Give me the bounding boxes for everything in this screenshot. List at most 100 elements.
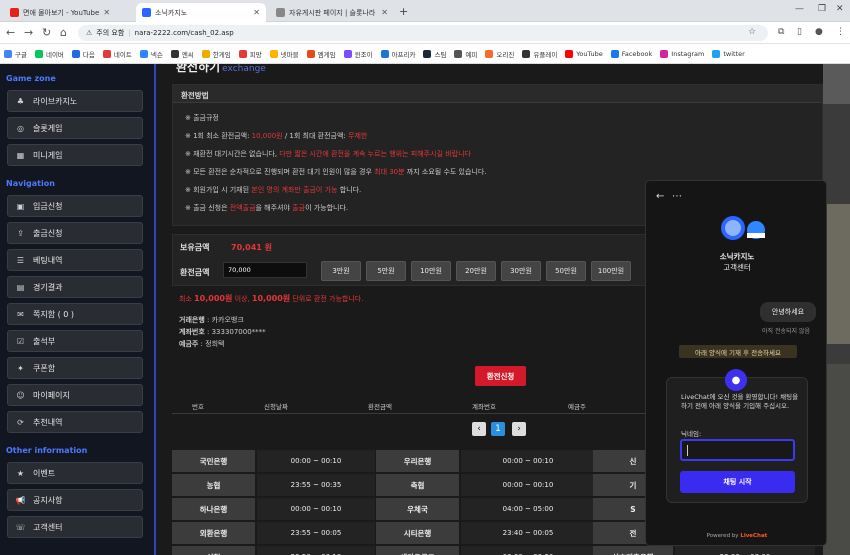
bookmark-icon [306, 49, 315, 58]
minimize-icon[interactable]: — [795, 4, 804, 14]
background-window [823, 64, 850, 555]
exchange-submit-button[interactable]: 환전신청 [475, 366, 526, 386]
quick-amount-button[interactable]: 20만원 [456, 261, 496, 281]
bank-name: 새마을금고 [376, 546, 459, 555]
amount-input[interactable]: 70,000 [223, 262, 307, 278]
close-icon[interactable]: ✕ [103, 8, 110, 17]
bookmark-item[interactable]: 엠게임 [306, 49, 336, 59]
bookmark-item[interactable]: 네이버 [34, 49, 64, 59]
reload-icon[interactable]: ↻ [42, 26, 51, 39]
quick-amount-button[interactable]: 100만원 [591, 261, 631, 281]
bookmark-icon [565, 49, 574, 58]
sidebar-item-label: 경기결과 [33, 282, 63, 292]
bookmark-label: 아프리카 [391, 50, 416, 59]
sidebar-item[interactable]: ☏ 고객센터 [7, 516, 143, 538]
sidebar-item[interactable]: ▦ 미니게임 [7, 144, 143, 166]
quick-amount-button[interactable]: 5만원 [366, 261, 406, 281]
sidebar-item[interactable]: ☑ 출석부 [7, 330, 143, 352]
sidebar-item[interactable]: ✦ 쿠폰함 [7, 357, 143, 379]
star-icon[interactable]: ☆ [748, 27, 756, 37]
sidebar-item[interactable]: ▣ 입금신청 [7, 195, 143, 217]
extensions-icon[interactable]: ⧉ [778, 27, 784, 37]
holder-row: 예금주 : 정희택 [179, 340, 225, 348]
new-tab-button[interactable]: + [399, 5, 408, 18]
menu-icon: ☑ [16, 336, 25, 346]
quick-amount-button[interactable]: 10만원 [411, 261, 451, 281]
forward-icon[interactable]: → [24, 26, 33, 39]
form-intro-text: LiveChat에 오신 것을 환영합니다! 채팅을 하기 전에 아래 양식을 … [681, 393, 799, 410]
sidebar-item[interactable]: ✉ 쪽지함 ( 0 ) [7, 303, 143, 325]
sidebar-item[interactable]: ♣ 라이브카지노 [7, 90, 143, 112]
tab-free-board[interactable]: 자유게시판 페이지 | 슬롯나라 ✕ [270, 3, 394, 22]
bookmark-item[interactable]: 구글 [4, 49, 27, 59]
bookmark-item[interactable]: 넷마블 [269, 49, 299, 59]
sidebar-item-label: 고객센터 [33, 522, 63, 532]
back-icon[interactable]: ← [6, 26, 15, 39]
bookmark-item[interactable]: 유플레이 [522, 49, 557, 59]
maintenance-time: 23:50 ~ 00:10 [257, 546, 375, 555]
sidebar-item[interactable]: ★ 이벤트 [7, 462, 143, 484]
menu-icon: ♣ [16, 96, 25, 106]
sidebar-item[interactable]: ⇪ 출금신청 [7, 222, 143, 244]
bookmark-item[interactable]: 오리진 [485, 49, 514, 59]
sidepanel-icon[interactable]: ▯ [797, 27, 802, 37]
chat-menu-icon[interactable]: ⋯ [672, 191, 682, 202]
bookmark-item[interactable]: 아프리카 [380, 49, 416, 59]
sidebar-item-label: 미니게임 [33, 150, 63, 160]
bookmark-label: 예피 [465, 50, 478, 59]
nickname-input[interactable] [680, 439, 795, 461]
home-icon[interactable]: ⌂ [60, 26, 67, 39]
sidebar-item[interactable]: ◎ 슬롯게임 [7, 117, 143, 139]
bookmark-item[interactable]: 피망 [238, 49, 262, 59]
next-page-button[interactable]: › [512, 422, 526, 436]
bookmark-label: 한게임 [212, 50, 231, 59]
sidebar-item[interactable]: 📢 공지사항 [7, 489, 143, 511]
maximize-icon[interactable]: ❐ [818, 4, 826, 14]
bookmark-item[interactable]: 엔씨 [170, 49, 194, 59]
bookmark-item[interactable]: YouTube [565, 49, 603, 58]
sidebar-item-label: 베팅내역 [33, 255, 63, 265]
close-icon[interactable]: ✕ [253, 8, 260, 17]
profile-icon[interactable]: ● [815, 27, 823, 37]
menu-icon: ✦ [17, 363, 24, 373]
quick-amount-button[interactable]: 50만원 [546, 261, 586, 281]
bookmark-icon [71, 49, 80, 58]
quick-amount-button[interactable]: 30만원 [501, 261, 541, 281]
prev-page-button[interactable]: ‹ [472, 422, 486, 436]
bookmark-label: 넥슨 [150, 50, 163, 59]
url-field[interactable]: ⚠ 주의 요함 | nara-2222.com/cash_02.asp [78, 25, 768, 41]
close-icon[interactable]: ✕ [381, 8, 388, 17]
bookmark-icon [170, 49, 179, 58]
bookmark-item[interactable]: twitter [712, 49, 745, 58]
bookmark-item[interactable]: Facebook [610, 49, 653, 58]
sidebar-item[interactable]: ⟳ 추천내역 [7, 411, 143, 433]
bookmark-label: 네이버 [45, 50, 64, 59]
sidebar-item[interactable]: ☺ 마이페이지 [7, 384, 143, 406]
bookmark-item[interactable]: 예피 [454, 49, 477, 59]
quick-amount-button[interactable]: 3만원 [321, 261, 361, 281]
sidebar-item[interactable]: ☰ 베팅내역 [7, 249, 143, 271]
chat-back-icon[interactable]: ← [656, 191, 664, 202]
bookmark-label: twitter [723, 49, 745, 58]
menu-icon: 📢 [15, 495, 26, 505]
bookmark-item[interactable]: 스팀 [423, 49, 446, 59]
menu-icon[interactable]: ⋮ [836, 27, 845, 37]
bookmark-item[interactable]: 윈조이 [343, 49, 373, 59]
bookmark-item[interactable]: 한게임 [201, 49, 231, 59]
bookmark-item[interactable]: 다음 [71, 49, 95, 59]
tab-sonic-casino[interactable]: 소닉카지노 ✕ [136, 3, 266, 22]
bookmark-item[interactable]: 넥슨 [139, 49, 163, 59]
close-window-icon[interactable]: ✕ [836, 4, 844, 14]
bank-name: 하나은행 [172, 498, 255, 520]
tab-youtube[interactable]: 면애 몰아보기 - YouTube ✕ [4, 3, 114, 22]
bookmark-label: 피망 [249, 50, 262, 59]
sidebar-item[interactable]: ▤ 경기결과 [7, 276, 143, 298]
sidebar-item-label: 마이페이지 [33, 390, 70, 400]
table-header-cell: 번호 [192, 403, 204, 411]
bookmark-item[interactable]: Instagram [660, 49, 704, 58]
page-1-button[interactable]: 1 [491, 422, 505, 436]
bookmark-item[interactable]: 네이트 [102, 49, 132, 59]
bookmark-label: Facebook [621, 49, 653, 58]
start-chat-button[interactable]: 채팅 시작 [680, 471, 795, 493]
bookmark-label: 엠게임 [317, 50, 336, 59]
